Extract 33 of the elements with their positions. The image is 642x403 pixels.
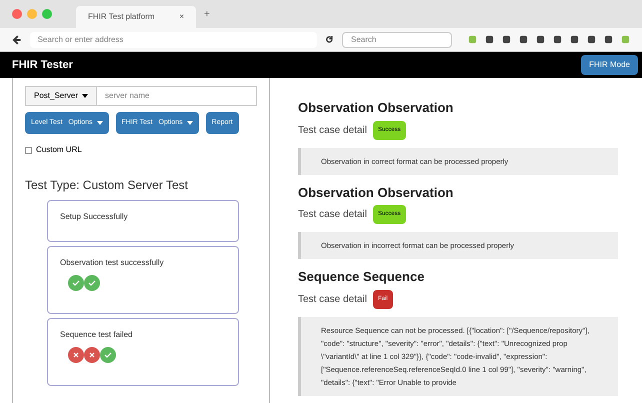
close-window-icon[interactable] — [12, 9, 22, 19]
detail-heading: Observation Observation — [298, 184, 454, 202]
tab-close[interactable]: × — [179, 11, 184, 23]
new-tab[interactable]: + — [204, 6, 210, 22]
step-status-icon[interactable] — [84, 275, 100, 291]
step-status-icon[interactable] — [84, 347, 100, 363]
detail-label: Test case detail — [298, 208, 367, 222]
detail-heading: Sequence Sequence — [298, 268, 426, 286]
browser-tab[interactable]: FHIR Test platform × — [76, 6, 196, 28]
tab-title: FHIR Test platform — [88, 11, 155, 23]
server-dropdown[interactable]: Post_Server — [25, 86, 98, 106]
brand-title: FHIR Tester — [12, 58, 73, 73]
detail-label: Test case detail — [298, 292, 367, 306]
caret-icon — [96, 121, 103, 125]
result-title: Sequence test failed — [60, 329, 134, 341]
detail-heading: Observation Observation — [298, 99, 454, 117]
custom-url-checkbox[interactable] — [25, 146, 32, 154]
caret-icon — [186, 121, 193, 125]
checkbox-label: Custom URL — [36, 144, 82, 156]
reload-icon[interactable] — [325, 35, 334, 44]
test-type-heading: Test Type: Custom Server Test — [25, 177, 189, 194]
result-title: Observation test successfully — [60, 257, 165, 269]
step-status-icon[interactable] — [68, 347, 84, 363]
mode-button[interactable]: FHIR Mode — [581, 55, 638, 75]
step-status-icon[interactable] — [68, 275, 84, 291]
step-status-icon[interactable] — [100, 347, 116, 363]
back-icon[interactable] — [12, 34, 22, 44]
detail-label: Test case detail — [298, 124, 367, 138]
result-title: Setup Successfully — [60, 211, 129, 223]
search-field[interactable]: Search — [342, 32, 452, 48]
address-field[interactable]: Search or enter address — [30, 32, 318, 48]
server-name-field[interactable]: server name — [97, 86, 257, 106]
caret-icon — [82, 94, 88, 98]
